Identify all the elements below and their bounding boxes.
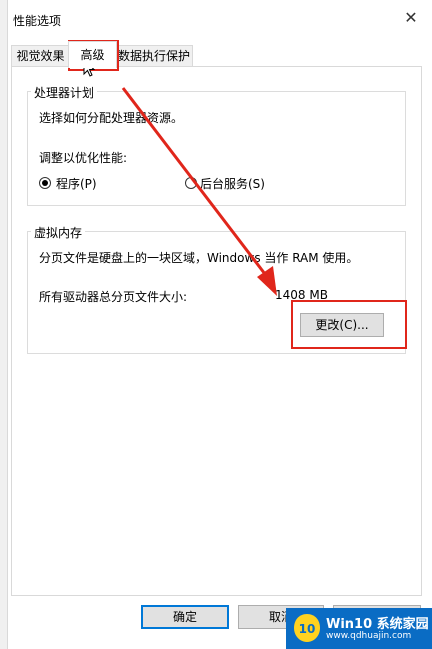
annotation-arrow-icon <box>121 87 277 296</box>
watermark-logo-icon: 10 <box>294 614 320 642</box>
watermark-brand: Win10 系统家园 <box>326 617 429 632</box>
tab-advanced[interactable]: 高级 <box>68 41 117 68</box>
watermark-mark-text: 10 <box>299 622 316 636</box>
watermark-url: www.qdhuajin.com <box>326 631 412 641</box>
annotation-arrow-head <box>257 266 277 296</box>
watermark-logo: 10 Win10 系统家园 www.qdhuajin.com <box>286 608 432 649</box>
annotation-arrow-line <box>121 87 270 279</box>
